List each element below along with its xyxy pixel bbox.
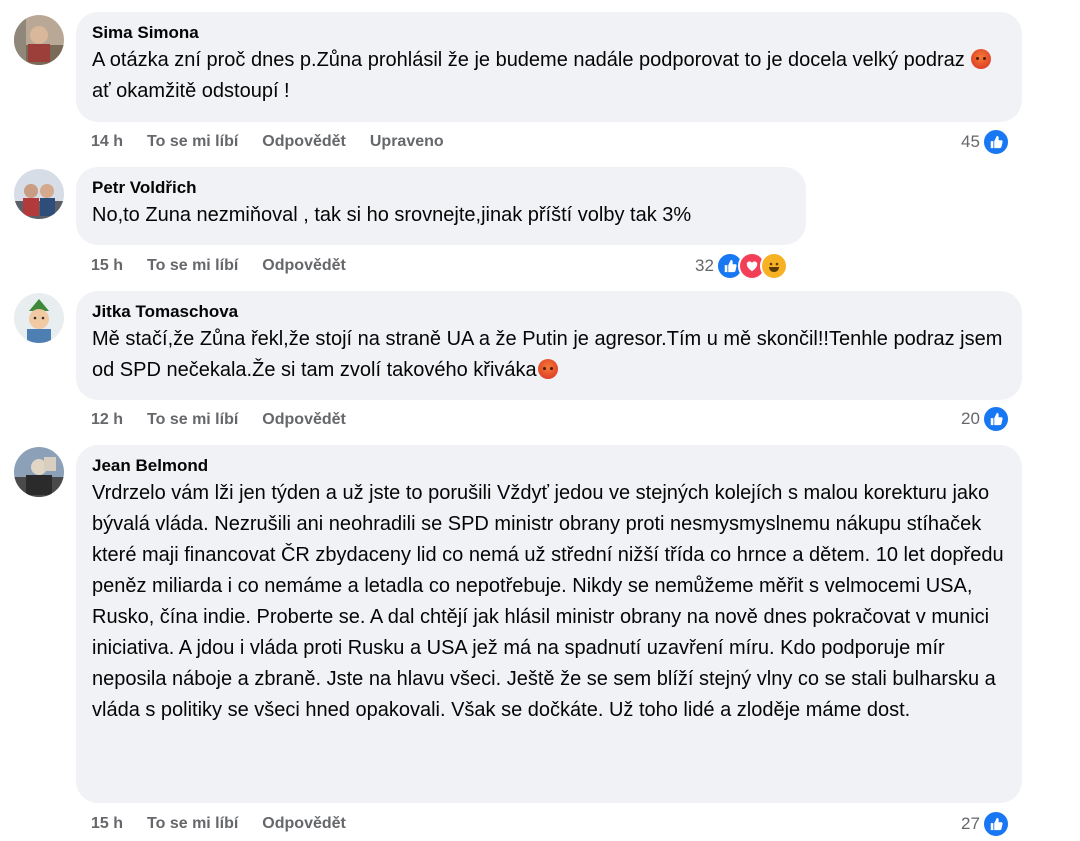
reply-action[interactable]: Odpovědět (262, 815, 346, 833)
like-action[interactable]: To se mi líbí (147, 411, 238, 429)
reaction-summary[interactable]: 32 (695, 252, 788, 280)
reaction-count: 45 (961, 132, 980, 151)
like-action[interactable]: To se mi líbí (147, 257, 238, 275)
comment-timestamp[interactable]: 12 h (91, 411, 123, 429)
avatar[interactable] (14, 293, 64, 343)
like-action[interactable]: To se mi líbí (147, 815, 238, 833)
comment-bubble: Jitka Tomaschova Mě stačí,že Zůna řekl,ž… (76, 291, 1022, 400)
comment-timestamp[interactable]: 15 h (91, 815, 123, 833)
avatar[interactable] (14, 169, 64, 219)
reaction-count: 20 (961, 409, 980, 428)
comment-timestamp[interactable]: 15 h (91, 257, 123, 275)
comment-text: A otázka zní proč dnes p.Zůna prohlásil … (92, 45, 1006, 107)
comment-author[interactable]: Jitka Tomaschova (92, 301, 1006, 323)
edited-label[interactable]: Upraveno (370, 133, 444, 151)
haha-icon (759, 252, 788, 280)
reaction-summary[interactable]: 27 (961, 810, 1010, 838)
avatar[interactable] (14, 447, 64, 497)
comment-bubble: Sima Simona A otázka zní proč dnes p.Zůn… (76, 12, 1022, 122)
reply-action[interactable]: Odpovědět (262, 411, 346, 429)
comment-author[interactable]: Jean Belmond (92, 455, 1006, 477)
comment-actions: 15 h To se mi líbí Odpovědět (91, 255, 346, 277)
comment-actions: 15 h To se mi líbí Odpovědět (91, 813, 346, 835)
comment-author[interactable]: Sima Simona (92, 22, 1006, 44)
comment-actions: 12 h To se mi líbí Odpovědět (91, 409, 346, 431)
comment-author[interactable]: Petr Voldřich (92, 177, 790, 199)
reaction-summary[interactable]: 20 (961, 405, 1010, 433)
reaction-summary[interactable]: 45 (961, 128, 1010, 156)
reaction-count: 27 (961, 814, 980, 833)
comment-text: Mě stačí,že Zůna řekl,že stojí na straně… (92, 324, 1006, 386)
like-icon (981, 405, 1010, 433)
like-action[interactable]: To se mi líbí (147, 133, 238, 151)
comment-actions: 14 h To se mi líbí Odpovědět Upraveno (91, 131, 444, 153)
avatar[interactable] (14, 15, 64, 65)
comment-bubble: Jean Belmond Vrdrzelo vám lži jen týden … (76, 445, 1022, 803)
like-icon (981, 810, 1010, 838)
comment-text: No,to Zuna nezmiňoval , tak si ho srovne… (92, 204, 692, 226)
comment-text-part: ať okamžitě odstoupí ! (92, 80, 290, 102)
reply-action[interactable]: Odpovědět (262, 133, 346, 151)
like-icon (981, 128, 1010, 156)
comment-bubble: Petr Voldřich No,to Zuna nezmiňoval , ta… (76, 167, 806, 245)
reaction-count: 32 (695, 256, 714, 275)
angry-emoji-icon (971, 49, 992, 69)
reply-action[interactable]: Odpovědět (262, 257, 346, 275)
comment-timestamp[interactable]: 14 h (91, 133, 123, 151)
comment-text-part: A otázka zní proč dnes p.Zůna prohlásil … (92, 49, 971, 71)
angry-emoji-icon (537, 359, 558, 379)
comment-text: Vrdrzelo vám lži jen týden a už jste to … (92, 482, 1004, 721)
